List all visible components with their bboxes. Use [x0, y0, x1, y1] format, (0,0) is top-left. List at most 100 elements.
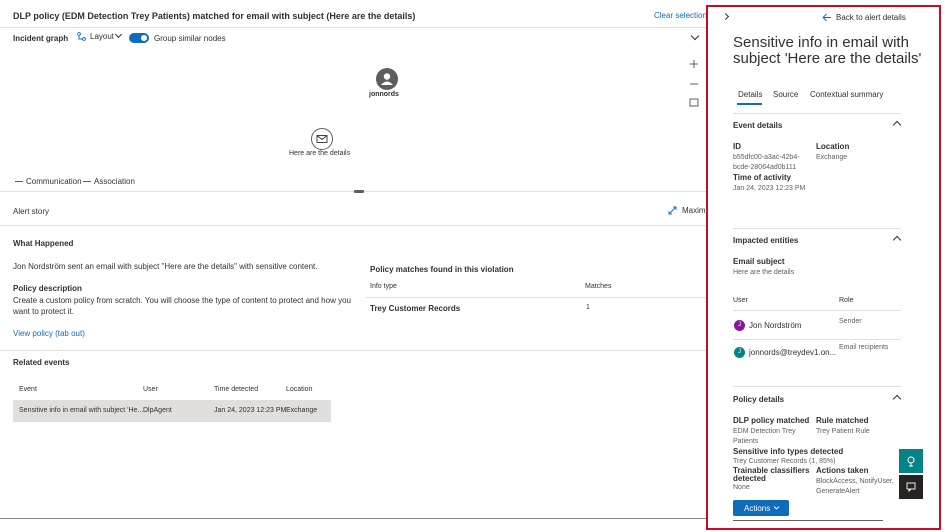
trainable-classifiers-value: None	[733, 484, 750, 491]
expand-icon	[668, 206, 677, 215]
policy-matches-header-info-type: Info type	[370, 283, 397, 290]
header-event: Event	[19, 386, 37, 393]
horizontal-scrollbar[interactable]	[0, 518, 706, 519]
related-events-title: Related events	[13, 358, 70, 367]
header-location: Location	[286, 386, 313, 393]
graph-zoom-controls	[689, 60, 699, 107]
active-tab-indicator	[737, 103, 762, 105]
what-happened-title: What Happened	[13, 239, 74, 248]
details-side-panel: Back to alert details Sensitive info in …	[706, 5, 941, 530]
chevron-down-icon	[114, 30, 123, 39]
policy-details-title: Policy details	[733, 395, 785, 404]
back-label: Back to alert details	[836, 13, 906, 22]
collapse-event-details-icon[interactable]	[892, 120, 902, 130]
event-details-title: Event details	[733, 121, 783, 130]
clear-selection-link[interactable]: Clear selection	[654, 11, 707, 20]
actions-taken-label: Actions taken	[816, 466, 869, 475]
incident-graph-canvas[interactable]	[0, 48, 706, 191]
mail-node[interactable]	[311, 128, 333, 150]
layout-icon	[77, 32, 86, 41]
view-policy-link[interactable]: View policy (tab out)	[13, 329, 85, 338]
id-label: ID	[733, 142, 741, 151]
resize-handle[interactable]	[354, 190, 364, 193]
email-subject-value: Here are the details	[733, 269, 795, 276]
rule-matched-label: Rule matched	[816, 416, 869, 425]
sensitive-info-types-value: Trey Customer Records (1, 85%)	[733, 458, 836, 465]
arrow-left-icon	[822, 13, 831, 22]
list-item[interactable]: J jonnords@treydev1.on... Email recipien…	[733, 341, 901, 365]
zoom-in-icon[interactable]	[690, 60, 698, 68]
actions-button[interactable]: Actions	[733, 500, 789, 516]
panel-title: Sensitive info in email with subject 'He…	[733, 34, 922, 67]
alert-story-title: Alert story	[13, 207, 50, 216]
user-name: jonnords@treydev1.on...	[749, 348, 837, 357]
user-name: Jon Nordström	[749, 321, 802, 330]
location-label: Location	[816, 142, 850, 151]
actions-taken-value-line1: BlockAccess, NotifyUser,	[816, 478, 894, 485]
layout-button[interactable]: Layout	[77, 30, 137, 43]
assistant-button[interactable]	[899, 449, 923, 473]
copilot-icon	[907, 456, 915, 467]
communication-legend-line	[15, 181, 23, 182]
policy-matches-header-matches: Matches	[585, 283, 612, 290]
header-time-detected: Time detected	[214, 386, 259, 393]
dlp-policy-value-line2: Patients	[733, 438, 759, 445]
group-similar-label: Group similar nodes	[154, 34, 226, 43]
person-icon	[381, 73, 393, 85]
feedback-button[interactable]	[899, 475, 923, 499]
id-value-line2: bcde-28064ad0b111	[733, 164, 797, 171]
avatar: J	[734, 320, 745, 331]
collapse-panel-icon[interactable]	[721, 12, 730, 21]
legend-association: Association	[94, 177, 135, 186]
user-cell: DlpAgent	[143, 407, 172, 414]
collapse-impacted-icon[interactable]	[892, 235, 902, 245]
policy-description-title: Policy description	[13, 284, 82, 293]
mail-node-label: Here are the details	[289, 150, 351, 157]
user-node-avatar[interactable]	[376, 68, 398, 90]
matches-cell: 1	[586, 304, 590, 311]
fit-to-screen-icon[interactable]	[689, 98, 699, 107]
policy-description-text: Create a custom policy from scratch. You…	[13, 296, 351, 316]
time-of-activity-label: Time of activity	[733, 173, 792, 182]
dlp-policy-value-line1: EDM Detection Trey	[733, 428, 796, 435]
location-value: Exchange	[816, 154, 848, 161]
page-title: DLP policy (EDM Detection Trey Patients)…	[13, 11, 416, 21]
back-to-alert-button[interactable]: Back to alert details	[822, 12, 932, 24]
tab-source[interactable]: Source	[773, 90, 798, 99]
mail-icon	[316, 135, 328, 143]
tab-contextual-summary[interactable]: Contextual summary	[810, 90, 883, 99]
incident-graph-label: Incident graph	[13, 34, 69, 43]
header-user: User	[143, 386, 158, 393]
policy-match-row[interactable]: Trey Customer Records 1	[366, 298, 706, 320]
group-similar-toggle[interactable]	[129, 33, 149, 43]
email-subject-label: Email subject	[733, 257, 785, 266]
tab-details[interactable]: Details	[738, 90, 762, 99]
table-row[interactable]: Sensitive info in email with subject 'He…	[13, 401, 331, 422]
related-events-header: Event User Time detected Location	[13, 378, 331, 401]
what-happened-text: Jon Nordström sent an email with subject…	[13, 262, 318, 271]
dlp-policy-label: DLP policy matched	[733, 416, 810, 425]
impacted-entities-title: Impacted entities	[733, 236, 799, 245]
sensitive-info-types-label: Sensitive info types detected	[733, 447, 844, 456]
collapse-policy-icon[interactable]	[892, 394, 902, 404]
chat-icon	[906, 482, 916, 493]
policy-matches-title: Policy matches found in this violation	[370, 265, 514, 274]
rule-matched-value: Trey Patient Rule	[816, 428, 870, 435]
time-of-activity-value: Jan 24, 2023 12:23 PM	[733, 185, 806, 192]
user-header: User	[733, 297, 748, 304]
related-events-table: Event User Time detected Location Sensit…	[13, 378, 331, 423]
event-cell: Sensitive info in email with subject 'He…	[19, 407, 144, 414]
collapse-graph-icon[interactable]	[690, 31, 700, 41]
chevron-down-icon	[773, 506, 780, 510]
actions-taken-value-line2: GenerateAlert	[816, 488, 860, 495]
time-cell: Jan 24, 2023 12:23 PM	[214, 407, 287, 414]
list-item[interactable]: J Jon Nordström Sender	[733, 315, 901, 339]
avatar: J	[734, 347, 745, 358]
trainable-classifiers-label-line2: detected	[733, 474, 766, 483]
layout-label: Layout	[90, 32, 115, 41]
actions-button-label: Actions	[744, 504, 771, 513]
id-value-line1: b55dfc00-a3ac-42b4-	[733, 154, 800, 161]
user-node-label: jonnords	[369, 91, 399, 98]
association-legend-line	[83, 181, 91, 182]
legend-communication: Communication	[26, 177, 82, 186]
